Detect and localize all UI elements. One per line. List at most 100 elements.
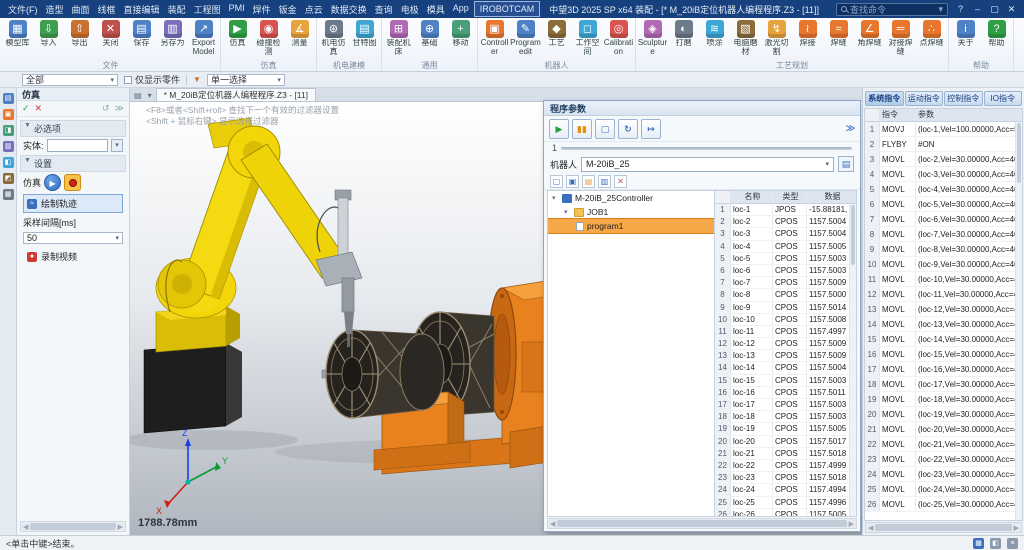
tab-motion-cmd[interactable]: 运动指令 <box>905 91 944 106</box>
instruction-horizontal-scrollbar[interactable]: ◀ ▶ <box>865 522 1022 533</box>
weld-button[interactable]: ≀ 焊接 <box>792 19 823 61</box>
menu-item[interactable]: 文件(F) <box>4 1 42 18</box>
loop-button[interactable]: ↻ <box>618 119 638 139</box>
point-table-vertical-scrollbar[interactable] <box>849 204 856 516</box>
confirm-button[interactable]: ✓ <box>22 103 30 114</box>
record-mode-button[interactable] <box>64 174 81 191</box>
close-window-button[interactable]: ✕ <box>1003 2 1020 17</box>
weld-seam-button[interactable]: ≈ 焊缝 <box>823 19 854 61</box>
tool-assembly[interactable] <box>316 190 362 347</box>
spot-weld-button[interactable]: ∴ 点焊缝 <box>916 19 947 61</box>
scroll-thumb[interactable] <box>851 205 855 265</box>
point-table-row[interactable]: 2 loc-2 CPOS 1157.5004 <box>715 216 856 228</box>
maximize-button[interactable]: ▢ <box>986 2 1003 17</box>
instruction-row[interactable]: 20 MOVL (loc-19,Vel=30.00000,Acc=40... <box>865 407 1022 422</box>
point-table-row[interactable]: 20 loc-20 CPOS 1157.5017 <box>715 436 856 448</box>
point-table-row[interactable]: 25 loc-25 CPOS 1157.4996 <box>715 497 856 509</box>
program-window-title[interactable]: 程序参数 <box>544 101 860 116</box>
robot-arm[interactable] <box>156 118 348 352</box>
instruction-row[interactable]: 11 MOVL (loc-10,Vel=30.00000,Acc=40... <box>865 272 1022 287</box>
gantt-chart-button[interactable]: ▤ 甘特图 <box>349 19 380 61</box>
abrasive-button[interactable]: ▧ 电脑磨材 <box>730 19 761 61</box>
scroll-thumb[interactable] <box>30 523 115 530</box>
scope-filter-select[interactable]: 全部 ▾ <box>22 74 118 86</box>
instruction-row[interactable]: 22 MOVL (loc-21,Vel=30.00000,Acc=40... <box>865 437 1022 452</box>
point-table-row[interactable]: 16 loc-16 CPOS 1157.5011 <box>715 387 856 399</box>
point-table-row[interactable]: 10 loc-10 CPOS 1157.5008 <box>715 314 856 326</box>
tree-node-controller[interactable]: ▾ M-20iB_25Controller <box>548 191 714 205</box>
expander-icon[interactable]: ▾ <box>552 194 559 202</box>
instruction-row[interactable]: 12 MOVL (loc-11,Vel=30.00000,Acc=40... <box>865 287 1022 302</box>
model-library-button[interactable]: ▦ 模型库 <box>2 19 33 61</box>
instruction-row[interactable]: 24 MOVL (loc-23,Vel=30.00000,Acc=40... <box>865 467 1022 482</box>
menu-item[interactable]: 焊件 <box>249 1 275 18</box>
menu-item[interactable]: 造型 <box>42 1 68 18</box>
instruction-row[interactable]: 5 MOVL (loc-4,Vel=30.00000,Acc=40.0... <box>865 182 1022 197</box>
simulate-button[interactable]: ▶ 仿真 <box>222 19 253 61</box>
tab-io-cmd[interactable]: IO指令 <box>984 91 1023 106</box>
scroll-right-icon[interactable]: ▶ <box>849 520 854 528</box>
mechatronics-sim-button[interactable]: ⊛ 机电仿真 <box>318 19 349 61</box>
scroll-thumb[interactable] <box>875 524 1011 531</box>
command-search-input[interactable]: 查找命令 ▾ <box>836 3 948 16</box>
point-table-row[interactable]: 7 loc-7 CPOS 1157.5009 <box>715 277 856 289</box>
help-button[interactable]: ? 帮助 <box>981 19 1012 61</box>
instruction-row[interactable]: 17 MOVL (loc-16,Vel=30.00000,Acc=40... <box>865 362 1022 377</box>
add-robot-button[interactable]: ▤ <box>838 156 854 172</box>
move-button[interactable]: + 移动 <box>445 19 476 61</box>
tree-node-job[interactable]: ▾ JOB1 <box>548 205 714 219</box>
program-horizontal-scrollbar[interactable]: ◀ ▶ <box>547 518 857 529</box>
expand-window-icon[interactable]: ≫ <box>846 123 855 134</box>
instruction-row[interactable]: 6 MOVL (loc-5,Vel=30.00000,Acc=40.0... <box>865 197 1022 212</box>
point-table-row[interactable]: 12 loc-12 CPOS 1157.5009 <box>715 338 856 350</box>
point-table-row[interactable]: 6 loc-6 CPOS 1157.5003 <box>715 265 856 277</box>
controller-button[interactable]: ▣ Controller <box>479 19 510 61</box>
instruction-row[interactable]: 15 MOVL (loc-14,Vel=30.00000,Acc=40... <box>865 332 1022 347</box>
point-table-row[interactable]: 8 loc-8 CPOS 1157.5000 <box>715 289 856 301</box>
step-button[interactable]: ↦ <box>641 119 661 139</box>
point-table-row[interactable]: 1 loc-1 JPOS -15.88181, <box>715 204 856 216</box>
point-table-row[interactable]: 22 loc-22 CPOS 1157.4999 <box>715 460 856 472</box>
menu-item[interactable]: 直接编辑 <box>120 1 164 18</box>
program-edit-button[interactable]: ✎ Program edit <box>510 19 541 61</box>
copy-program-icon[interactable]: ▥ <box>598 175 611 188</box>
point-table-row[interactable]: 4 loc-4 CPOS 1157.5005 <box>715 241 856 253</box>
butt-weld-button[interactable]: ═ 对接焊缝 <box>885 19 916 61</box>
basic-button[interactable]: ⊕ 基础 <box>414 19 445 61</box>
point-table-row[interactable]: 23 loc-23 CPOS 1157.5018 <box>715 472 856 484</box>
instruction-row[interactable]: 9 MOVL (loc-8,Vel=30.00000,Acc=40.0... <box>865 242 1022 257</box>
display-settings-icon[interactable]: ≡ <box>1007 538 1018 549</box>
laser-cut-button[interactable]: ↯ 激光切割 <box>761 19 792 61</box>
menu-item[interactable]: 电极 <box>397 1 423 18</box>
export-button[interactable]: ⇧ 导出 <box>64 19 95 61</box>
expander-icon[interactable]: ▾ <box>564 208 571 216</box>
point-table-row[interactable]: 11 loc-11 CPOS 1157.4997 <box>715 326 856 338</box>
assemble-machine-button[interactable]: ⊞ 装配机床 <box>383 19 414 61</box>
menu-item[interactable]: 线框 <box>94 1 120 18</box>
point-table-row[interactable]: 18 loc-18 CPOS 1157.5003 <box>715 411 856 423</box>
process-button[interactable]: ◆ 工艺 <box>541 19 572 61</box>
instruction-row[interactable]: 1 MOVJ (loc-1,Vel=100.00000,Acc=50... <box>865 122 1022 137</box>
cancel-button[interactable]: ✕ <box>35 103 43 114</box>
help-button[interactable]: ? <box>952 2 969 17</box>
save-program-icon[interactable]: ▤ <box>582 175 595 188</box>
close-button[interactable]: ✕ 关闭 <box>95 19 126 61</box>
menu-item[interactable]: 模具 <box>423 1 449 18</box>
point-table-row[interactable]: 5 loc-5 CPOS 1157.5003 <box>715 253 856 265</box>
save-as-button[interactable]: ▥ 另存为 <box>157 19 188 61</box>
minimize-button[interactable]: – <box>969 2 986 17</box>
spray-button[interactable]: ≋ 喷涂 <box>699 19 730 61</box>
render-mode-icon[interactable]: ◧ <box>990 538 1001 549</box>
point-table-row[interactable]: 14 loc-14 CPOS 1157.5004 <box>715 362 856 374</box>
tab-system-cmd[interactable]: 系统指令 <box>865 91 904 106</box>
point-table-row[interactable]: 26 loc-26 CPOS 1157.5005 <box>715 509 856 516</box>
scroll-thumb[interactable] <box>557 520 846 527</box>
visual-manager-icon[interactable]: ◧ <box>3 157 14 168</box>
open-program-icon[interactable]: ▣ <box>566 175 579 188</box>
tab-irobotcam[interactable]: IROBOTCAM <box>475 2 540 16</box>
filter-funnel-icon[interactable]: ▼ <box>193 75 201 84</box>
history-manager-icon[interactable]: ▤ <box>3 93 14 104</box>
entity-picker-button[interactable]: ▾ <box>111 139 123 152</box>
measure-button[interactable]: ∡ 测量 <box>284 19 315 61</box>
scroll-left-icon[interactable]: ◀ <box>550 520 555 528</box>
